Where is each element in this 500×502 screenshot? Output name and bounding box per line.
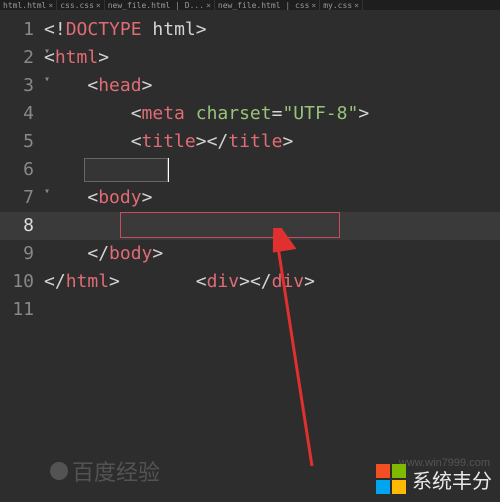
code-line[interactable]: <head> bbox=[44, 72, 500, 100]
close-icon[interactable]: × bbox=[48, 1, 53, 10]
tab-0[interactable]: html.html× bbox=[0, 0, 57, 10]
close-icon[interactable]: × bbox=[96, 1, 101, 10]
tab-1[interactable]: css.css× bbox=[57, 0, 105, 10]
line-num: 11 bbox=[0, 296, 44, 324]
selection-highlight bbox=[84, 158, 168, 182]
line-num: 5 bbox=[0, 128, 44, 156]
close-icon[interactable]: × bbox=[354, 1, 359, 10]
code-line[interactable]: <!DOCTYPE html> bbox=[44, 16, 500, 44]
line-gutter: 1 2 3 4 5 6 7 8 9 10 11 bbox=[0, 10, 44, 480]
code-line[interactable]: <title></title> bbox=[44, 128, 500, 156]
code-line-active[interactable]: <div></div> bbox=[44, 212, 500, 240]
line-num: 3 bbox=[0, 72, 44, 100]
tab-2[interactable]: new_file.html | D...× bbox=[105, 0, 215, 10]
paw-icon bbox=[50, 462, 68, 480]
code-line[interactable]: <html> bbox=[44, 44, 500, 72]
line-num: 10 bbox=[0, 268, 44, 296]
code-line[interactable]: <meta charset="UTF-8"> bbox=[44, 100, 500, 128]
line-num: 1 bbox=[0, 16, 44, 44]
line-num: 2 bbox=[0, 44, 44, 72]
code-line[interactable]: <body> bbox=[44, 184, 500, 212]
text-cursor bbox=[168, 158, 169, 182]
code-line[interactable]: </body> bbox=[44, 240, 500, 268]
microsoft-logo-icon bbox=[376, 464, 406, 494]
watermark-baidu: 百度经验 bbox=[50, 455, 160, 487]
right-brand: 系统丰分 bbox=[376, 464, 492, 494]
close-icon[interactable]: × bbox=[311, 1, 316, 10]
line-num-active: 8 bbox=[0, 212, 44, 240]
code-area[interactable]: <!DOCTYPE html> <html> <head> <meta char… bbox=[44, 10, 500, 480]
code-line[interactable]: </html> bbox=[44, 268, 500, 296]
tab-4[interactable]: my.css× bbox=[320, 0, 363, 10]
code-editor[interactable]: 1 2 3 4 5 6 7 8 9 10 11 ▾ ▾ ▾ <!DOCTYPE … bbox=[0, 10, 500, 480]
code-line[interactable] bbox=[44, 296, 500, 324]
line-num: 7 bbox=[0, 184, 44, 212]
line-num: 9 bbox=[0, 240, 44, 268]
tab-bar: html.html× css.css× new_file.html | D...… bbox=[0, 0, 500, 10]
tab-3[interactable]: new_file.html | css× bbox=[215, 0, 320, 10]
annotation-box bbox=[120, 212, 340, 238]
line-num: 4 bbox=[0, 100, 44, 128]
close-icon[interactable]: × bbox=[206, 1, 211, 10]
code-line[interactable]: </head> bbox=[44, 156, 500, 184]
line-num: 6 bbox=[0, 156, 44, 184]
